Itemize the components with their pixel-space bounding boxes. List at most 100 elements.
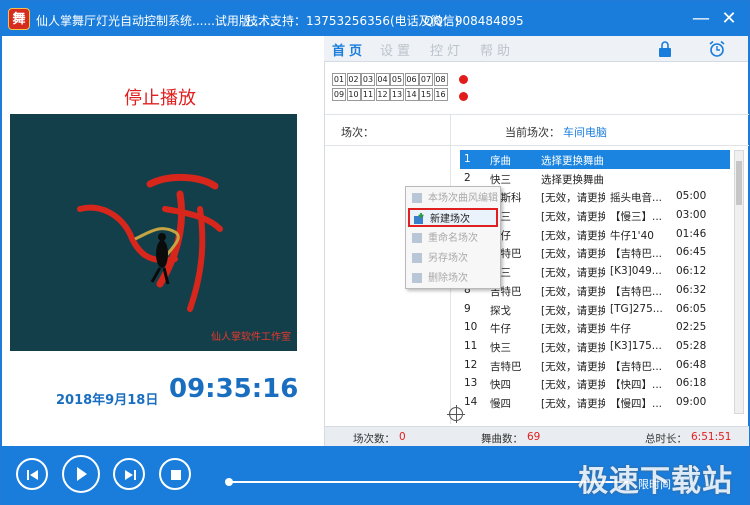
- menu-item-new-scene[interactable]: 新建场次: [408, 208, 498, 227]
- right-panel: 01 02 03 04 05 06 07 08 09 10 11 12 13 14 15 16 场次： 当前场…: [324, 62, 749, 446]
- menu-item-save-as-scene[interactable]: 另存场次: [408, 249, 498, 268]
- nav-bar: 首页 设置 控灯 帮助: [324, 36, 748, 62]
- channel-cell[interactable]: 06: [404, 73, 419, 86]
- song-row[interactable]: 1 序曲 选择更换舞曲: [460, 150, 730, 169]
- channel-cell[interactable]: 09: [332, 88, 346, 101]
- channel-cell[interactable]: 16: [433, 88, 448, 101]
- song-type: 序曲: [490, 155, 511, 167]
- scene-count-label: 场次数：: [353, 433, 395, 445]
- song-status: [无效，请更换]: [541, 248, 605, 261]
- song-name: 摇头电音...: [610, 192, 663, 205]
- next-button[interactable]: [113, 458, 145, 490]
- channel-cell[interactable]: 12: [375, 88, 390, 101]
- window-title: 仙人掌舞厅灯光自动控制系统......试用版......: [36, 14, 274, 28]
- song-number: 10: [464, 321, 478, 334]
- song-type: 快三: [490, 173, 511, 186]
- play-button[interactable]: [62, 455, 100, 493]
- song-status: [无效，请更换]: [541, 379, 605, 392]
- song-number: 14: [464, 395, 478, 408]
- left-panel: 停止播放 仙人掌软件工作室 2018年9月18日 09:35:16 〈: [4, 62, 336, 446]
- tab-help[interactable]: 帮助: [480, 40, 514, 59]
- song-type: 快三: [490, 341, 511, 354]
- channel-cell[interactable]: 13: [390, 88, 404, 101]
- channel-cell[interactable]: 14: [404, 88, 419, 101]
- video-preview: 仙人掌软件工作室: [10, 114, 297, 351]
- play-icon: [77, 467, 87, 481]
- edit-icon: [411, 192, 423, 204]
- progress-track[interactable]: [225, 478, 628, 486]
- song-row[interactable]: 14 慢四 [无效，请更换] 【慢四】... 09:00: [460, 393, 730, 412]
- song-name: 【慢四】...: [610, 397, 663, 410]
- total-duration-label: 总时长：: [645, 433, 687, 445]
- song-status: [无效，请更换]: [541, 211, 605, 224]
- title-bar: 舞 仙人掌舞厅灯光自动控制系统......试用版...... 技术支持：1375…: [2, 2, 748, 36]
- song-type: 探戈: [490, 304, 511, 317]
- song-status: [无效，请更换]: [541, 360, 605, 373]
- progress-knob[interactable]: [225, 478, 233, 486]
- next-icon: [125, 470, 136, 480]
- channel-cell[interactable]: 02: [346, 73, 361, 86]
- song-row[interactable]: 13 快四 [无效，请更换] 【快四】... 06:18: [460, 374, 730, 393]
- song-status: [无效，请更换]: [541, 323, 605, 336]
- channel-cell[interactable]: 10: [346, 88, 361, 101]
- song-number: 13: [464, 377, 478, 390]
- delete-icon: [411, 272, 423, 284]
- menu-item-rename-scene[interactable]: 重命名场次: [408, 229, 498, 248]
- crosshair-icon[interactable]: [447, 405, 465, 423]
- song-status: 选择更换舞曲: [541, 155, 604, 167]
- scrollbar-thumb[interactable]: [736, 161, 742, 205]
- song-row[interactable]: 11 快三 [无效，请更换] [K3]175... 05:28: [460, 337, 730, 356]
- channel-cell[interactable]: 11: [361, 88, 375, 101]
- tab-home[interactable]: 首页: [332, 40, 366, 59]
- song-status: 选择更换舞曲: [541, 173, 604, 186]
- lock-icon[interactable]: [656, 40, 674, 58]
- song-status: [无效，请更换]: [541, 267, 605, 280]
- song-duration: 06:48: [676, 358, 707, 371]
- channel-cell[interactable]: 03: [361, 73, 375, 86]
- song-number: 1: [464, 153, 471, 165]
- channel-cell[interactable]: 01: [332, 73, 346, 86]
- alarm-clock-icon[interactable]: [708, 40, 726, 58]
- channel-indicator-red: [459, 92, 468, 101]
- scene-label: 场次：: [341, 126, 374, 139]
- close-button[interactable]: ✕: [718, 8, 740, 30]
- song-duration: 02:25: [676, 321, 707, 334]
- song-duration: 05:00: [676, 190, 707, 203]
- song-row[interactable]: 10 牛仔 [无效，请更换] 牛仔 02:25: [460, 318, 730, 337]
- song-duration: 06:45: [676, 246, 707, 259]
- song-list-scrollbar[interactable]: [734, 150, 744, 414]
- menu-item-edit-style[interactable]: 本场次曲风编辑: [408, 189, 498, 208]
- previous-icon: [27, 470, 38, 480]
- song-name: 【吉特巴...: [610, 360, 663, 373]
- song-duration: 03:00: [676, 209, 707, 222]
- song-number: 12: [464, 358, 478, 371]
- song-row[interactable]: 9 探戈 [无效，请更换] [TG]275... 06:05: [460, 300, 730, 319]
- stop-button[interactable]: [159, 458, 191, 490]
- channel-indicator-red: [459, 75, 468, 84]
- tab-light-control[interactable]: 控灯: [430, 40, 464, 59]
- song-number: 9: [464, 302, 471, 315]
- menu-item-delete-scene[interactable]: 删除场次: [408, 269, 498, 288]
- dance-logo-icon: [77, 173, 223, 312]
- song-type: 牛仔: [490, 323, 511, 336]
- app-logo-icon: 舞: [8, 8, 30, 30]
- channel-cell[interactable]: 07: [419, 73, 433, 86]
- channel-cell[interactable]: 05: [390, 73, 404, 86]
- scene-count: 0: [399, 431, 406, 443]
- song-row[interactable]: 2 快三 选择更换舞曲: [460, 169, 730, 188]
- song-duration: 09:00: [676, 395, 707, 408]
- song-duration: 06:18: [676, 377, 707, 390]
- channel-cell[interactable]: 15: [419, 88, 433, 101]
- tab-settings[interactable]: 设置: [380, 40, 414, 59]
- total-duration: 6:51:51: [691, 431, 732, 443]
- minimize-button[interactable]: —: [690, 8, 712, 30]
- song-status: [无效，请更换]: [541, 229, 605, 242]
- song-duration: 01:46: [676, 227, 707, 240]
- song-duration: 06:05: [676, 302, 707, 315]
- current-scene-value: 车间电脑: [563, 126, 607, 139]
- channel-cell[interactable]: 08: [433, 73, 448, 86]
- song-row[interactable]: 12 吉特巴 [无效，请更换] 【吉特巴... 06:48: [460, 356, 730, 375]
- previous-button[interactable]: [16, 458, 48, 490]
- channel-cell[interactable]: 04: [375, 73, 390, 86]
- song-name: 牛仔1'40: [610, 229, 654, 242]
